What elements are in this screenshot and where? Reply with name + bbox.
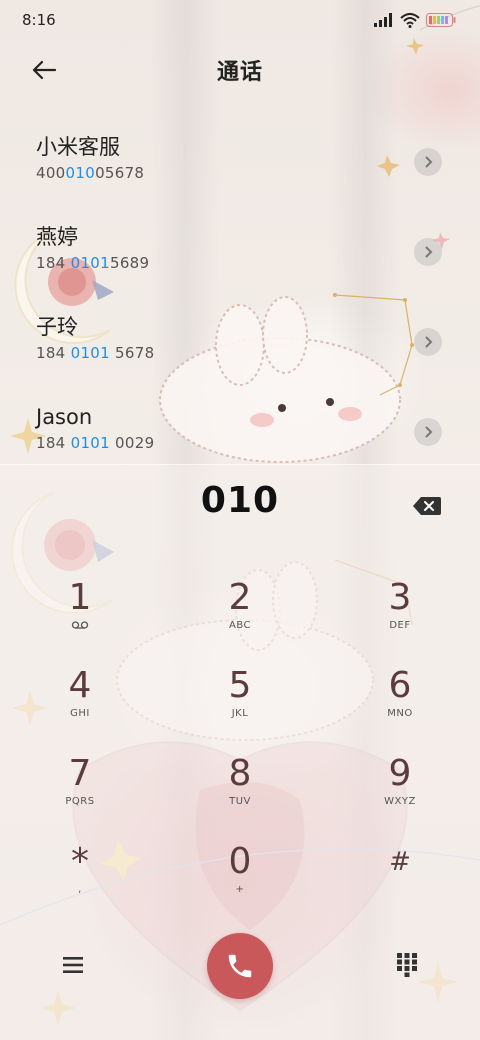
key-letters: PQRS	[65, 796, 95, 807]
contact-detail-button[interactable]	[414, 328, 442, 356]
key-digit: 6	[388, 665, 412, 706]
key-letters: TUV	[229, 796, 251, 807]
menu-button[interactable]	[58, 950, 88, 980]
contact-number: 184 0101 5678	[36, 344, 155, 362]
key-digit: 5	[228, 665, 252, 706]
key-hash[interactable]: #	[340, 840, 460, 910]
contact-number: 40001005678	[36, 164, 145, 182]
key-8[interactable]: 8 TUV	[180, 752, 300, 822]
chevron-right-icon	[425, 156, 433, 168]
contact-name: 燕婷	[36, 225, 78, 249]
key-digit: 0	[228, 841, 252, 882]
key-digit: #	[389, 847, 411, 877]
contact-item[interactable]: 小米客服 40001005678	[0, 120, 480, 210]
contact-detail-button[interactable]	[414, 418, 442, 446]
contact-number: 184 01015689	[36, 254, 150, 272]
contact-item[interactable]: Jason 184 0101 0029	[0, 390, 480, 480]
phone-icon	[228, 954, 252, 978]
dialpad-icon	[397, 953, 417, 977]
call-button[interactable]	[207, 933, 273, 999]
key-star[interactable]: * ,	[20, 840, 140, 910]
key-1[interactable]: 1	[20, 576, 140, 646]
wifi-icon	[400, 12, 420, 28]
key-letters: +	[235, 884, 245, 895]
key-letters: GHI	[70, 708, 90, 719]
key-letters: WXYZ	[384, 796, 416, 807]
status-time: 8:16	[22, 11, 56, 29]
key-digit: 9	[388, 753, 412, 794]
key-letters: MNO	[387, 708, 413, 719]
back-button[interactable]	[28, 56, 60, 84]
delete-button[interactable]	[412, 495, 442, 517]
dialpad-toggle-button[interactable]	[392, 950, 422, 980]
chevron-right-icon	[425, 336, 433, 348]
contact-number: 184 0101 0029	[36, 434, 155, 452]
contact-name: 子玲	[36, 315, 78, 339]
key-digit: 4	[68, 665, 92, 706]
menu-icon	[63, 957, 83, 973]
key-9[interactable]: 9 WXYZ	[340, 752, 460, 822]
key-5[interactable]: 5 JKL	[180, 664, 300, 734]
key-0[interactable]: 0 +	[180, 840, 300, 910]
backspace-icon	[413, 497, 441, 515]
contact-item[interactable]: 燕婷 184 01015689	[0, 210, 480, 300]
key-7[interactable]: 7 PQRS	[20, 752, 140, 822]
contact-name: 小米客服	[36, 135, 120, 159]
key-letters: JKL	[231, 708, 249, 719]
signal-icon	[374, 13, 392, 27]
contact-detail-button[interactable]	[414, 148, 442, 176]
header: 通话	[0, 44, 480, 96]
key-digit: 7	[68, 753, 92, 794]
key-letters: DEF	[389, 620, 411, 631]
contact-detail-button[interactable]	[414, 238, 442, 266]
key-digit: 1	[68, 577, 92, 618]
key-digit: 2	[228, 577, 252, 618]
battery-icon	[426, 13, 456, 27]
key-2[interactable]: 2 ABC	[180, 576, 300, 646]
key-digit: 8	[228, 753, 252, 794]
key-letters: ABC	[228, 620, 251, 631]
contact-name: Jason	[36, 405, 93, 429]
contact-suggestions: 小米客服 40001005678 燕婷 184 01015689 子玲 184 …	[0, 120, 480, 480]
key-6[interactable]: 6 MNO	[340, 664, 460, 734]
status-icons	[374, 12, 456, 28]
page-title: 通话	[216, 60, 263, 85]
key-digit: *	[71, 841, 89, 882]
chevron-right-icon	[425, 246, 433, 258]
status-bar: 8:16	[0, 0, 480, 40]
key-3[interactable]: 3 DEF	[340, 576, 460, 646]
contact-item[interactable]: 子玲 184 0101 5678	[0, 300, 480, 390]
key-digit: 3	[388, 577, 412, 618]
key-letters: ,	[78, 884, 82, 895]
chevron-right-icon	[425, 426, 433, 438]
key-4[interactable]: 4 GHI	[20, 664, 140, 734]
voicemail-icon	[71, 621, 89, 629]
dialed-number: 010	[200, 480, 280, 521]
arrow-left-icon	[32, 60, 57, 80]
